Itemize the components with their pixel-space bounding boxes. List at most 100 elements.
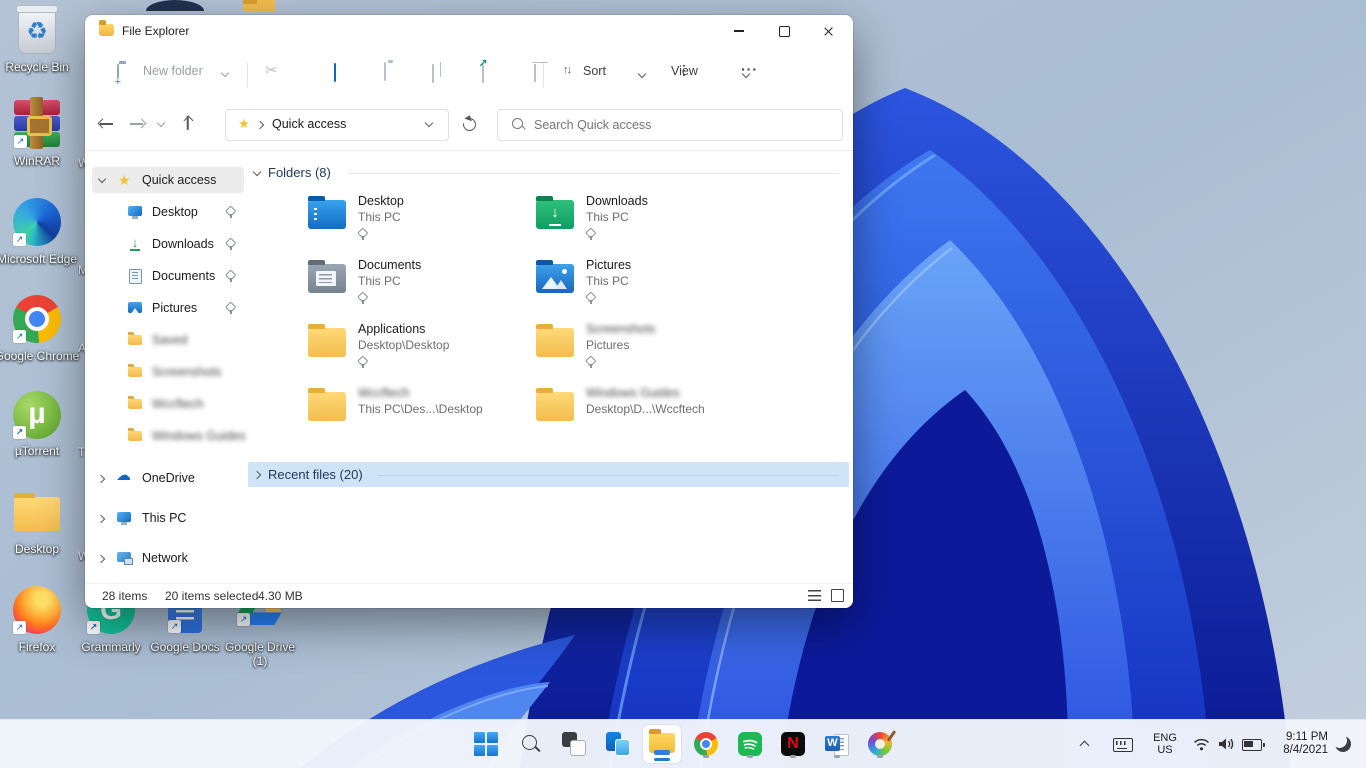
word-icon [825,732,849,756]
large-icons-view-icon[interactable] [831,589,844,602]
nav-item-network[interactable]: Network [92,545,244,571]
hidden-icons-chevron[interactable] [1080,739,1090,749]
shortcut-arrow-icon [13,621,26,634]
sort-icon[interactable] [563,64,570,76]
folder-tile[interactable]: Screenshots Pictures [528,320,750,376]
language-line2: US [1148,744,1182,756]
taskbar-word[interactable] [821,728,853,760]
up-button[interactable] [181,116,197,130]
copy-button[interactable] [334,63,336,82]
touch-keyboard-icon[interactable] [1113,738,1133,752]
nav-item-folder[interactable]: Windows Guides [92,423,244,449]
nav-item-label: Downloads [152,237,214,251]
desktop-icon-label: Google Drive (1) [216,640,304,668]
tile-name: Desktop [358,194,404,208]
nav-item-documents[interactable]: Documents [92,263,244,289]
divider [378,475,839,476]
desktop-folder-icon [308,200,346,229]
refresh-icon[interactable] [460,115,478,133]
back-button[interactable] [99,117,115,131]
address-dropdown-chevron[interactable] [425,120,434,129]
delete-button[interactable] [534,64,536,82]
view-button[interactable]: View [671,64,698,78]
chevron-right-icon[interactable] [98,554,107,563]
quick-access-star-icon [238,116,250,132]
task-view-button[interactable] [558,728,590,760]
recent-locations-chevron[interactable] [157,120,166,129]
folder-icon [308,328,346,357]
nav-item-this-pc[interactable]: This PC [92,505,244,531]
chevron-down-icon[interactable] [98,176,107,185]
title-bar[interactable]: File Explorer [85,15,853,47]
rename-button[interactable] [432,64,434,83]
chevron-down-icon[interactable] [221,70,230,79]
forward-button[interactable] [129,117,145,131]
folders-collapse-chevron[interactable] [253,169,262,178]
focus-assist-moon-icon[interactable] [1335,736,1351,752]
details-view-icon[interactable] [808,590,821,601]
minimize-button[interactable] [716,15,761,47]
nav-item-folder[interactable]: Wccftech [92,391,244,417]
start-button[interactable] [470,728,502,760]
nav-item-desktop[interactable]: Desktop [92,199,244,225]
folder-tile-desktop[interactable]: Desktop This PC [300,192,522,248]
search-button[interactable] [514,728,546,760]
taskbar-netflix[interactable] [777,728,809,760]
see-more-button[interactable]: ··· [741,61,758,77]
chevron-down-icon[interactable] [638,71,647,80]
taskbar-file-explorer[interactable] [643,725,681,763]
breadcrumb-chevron-icon[interactable] [257,120,266,129]
recent-files-expand-chevron[interactable] [254,470,263,479]
folders-group-header[interactable]: Folders (8) [268,165,331,180]
chevron-right-icon[interactable] [98,474,107,483]
address-box[interactable]: Quick access [225,109,449,141]
desktop-icon-google-chrome[interactable]: Google Chrome [5,295,69,343]
folder-tile-documents[interactable]: Documents This PC [300,256,522,312]
recent-files-group-header[interactable]: Recent files (20) [268,467,363,482]
close-button[interactable] [806,15,851,47]
shortcut-arrow-icon [13,233,26,246]
desktop-icon-winrar[interactable]: WinRAR [5,100,69,148]
folder-tile[interactable]: Windows Guides Desktop\D...\Wccftech [528,384,750,440]
desktop-icon-utorrent[interactable]: µTorrent [5,391,69,439]
taskbar-paint[interactable] [864,728,896,760]
sort-button[interactable]: Sort [583,64,606,78]
folder-tile-applications[interactable]: Applications Desktop\Desktop [300,320,522,376]
folder-tile-pictures[interactable]: Pictures This PC [528,256,750,312]
widgets-button[interactable] [602,728,634,760]
search-box[interactable] [497,109,843,141]
maximize-button[interactable] [761,15,806,47]
folder-tile[interactable]: Wccftech This PC\Des...\Desktop [300,384,522,440]
language-indicator[interactable]: ENG US [1148,732,1182,756]
desktop-icon-recycle-bin[interactable]: Recycle Bin [5,8,69,54]
nav-item-folder[interactable]: Screenshots [92,359,244,385]
volume-icon[interactable] [1218,737,1234,751]
taskbar-chrome[interactable] [690,728,722,760]
battery-icon[interactable] [1242,739,1262,751]
share-button[interactable] [482,64,484,83]
desktop-icon-firefox[interactable]: Firefox [5,586,69,634]
winrar-icon [14,100,60,148]
desktop-icon-microsoft-edge[interactable]: Microsoft Edge [5,198,69,246]
new-folder-button[interactable] [117,65,119,83]
nav-item-onedrive[interactable]: OneDrive [92,465,244,491]
search-input[interactable] [532,110,826,140]
tile-path: This PC [586,274,629,288]
close-icon [823,26,834,37]
nav-item-folder[interactable]: Saved [92,327,244,353]
cut-button[interactable] [265,61,278,79]
wifi-icon[interactable] [1193,738,1210,751]
chevron-right-icon[interactable] [98,514,107,523]
pin-icon [225,238,236,250]
new-folder-label[interactable]: New folder [143,64,203,78]
nav-item-downloads[interactable]: Downloads [92,231,244,257]
taskbar-spotify[interactable] [734,728,766,760]
breadcrumb-location[interactable]: Quick access [272,117,346,131]
folder-tile-downloads[interactable]: Downloads This PC [528,192,750,248]
paste-button[interactable] [384,62,386,81]
desktop-icon-desktop-folder[interactable]: Desktop [5,489,69,531]
clock[interactable]: 9:11 PM 8/4/2021 [1268,731,1328,757]
nav-item-quick-access[interactable]: Quick access [92,167,244,193]
nav-item-pictures[interactable]: Pictures [92,295,244,321]
nav-item-label: Documents [152,269,215,283]
